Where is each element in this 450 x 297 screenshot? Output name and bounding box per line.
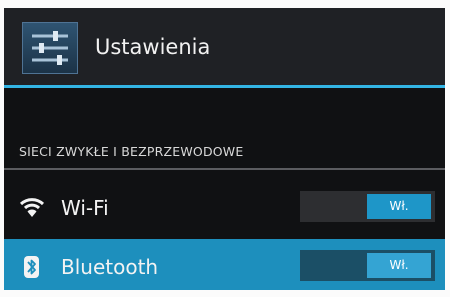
wifi-icon [19, 196, 45, 220]
page-title: Ustawienia [95, 35, 211, 59]
bluetooth-toggle[interactable]: Wł. [300, 250, 435, 281]
action-bar-divider [4, 85, 445, 88]
list-item-bluetooth[interactable]: Bluetooth Wł. [4, 239, 445, 290]
settings-sliders-icon[interactable] [22, 22, 78, 74]
bluetooth-icon [19, 255, 45, 279]
action-bar: Ustawienia [4, 8, 445, 85]
section-divider [4, 168, 445, 170]
section-header: SIECI ZWYKŁE I BEZPRZEWODOWE [19, 144, 244, 159]
bluetooth-label: Bluetooth [61, 255, 159, 279]
bluetooth-toggle-thumb: Wł. [367, 253, 431, 278]
list-item-wifi[interactable]: Wi-Fi Wł. [4, 180, 445, 236]
wifi-toggle[interactable]: Wł. [300, 191, 435, 222]
wifi-label: Wi-Fi [61, 196, 109, 220]
settings-screen: Ustawienia SIECI ZWYKŁE I BEZPRZEWODOWE … [4, 8, 445, 290]
wifi-toggle-thumb: Wł. [367, 194, 431, 219]
